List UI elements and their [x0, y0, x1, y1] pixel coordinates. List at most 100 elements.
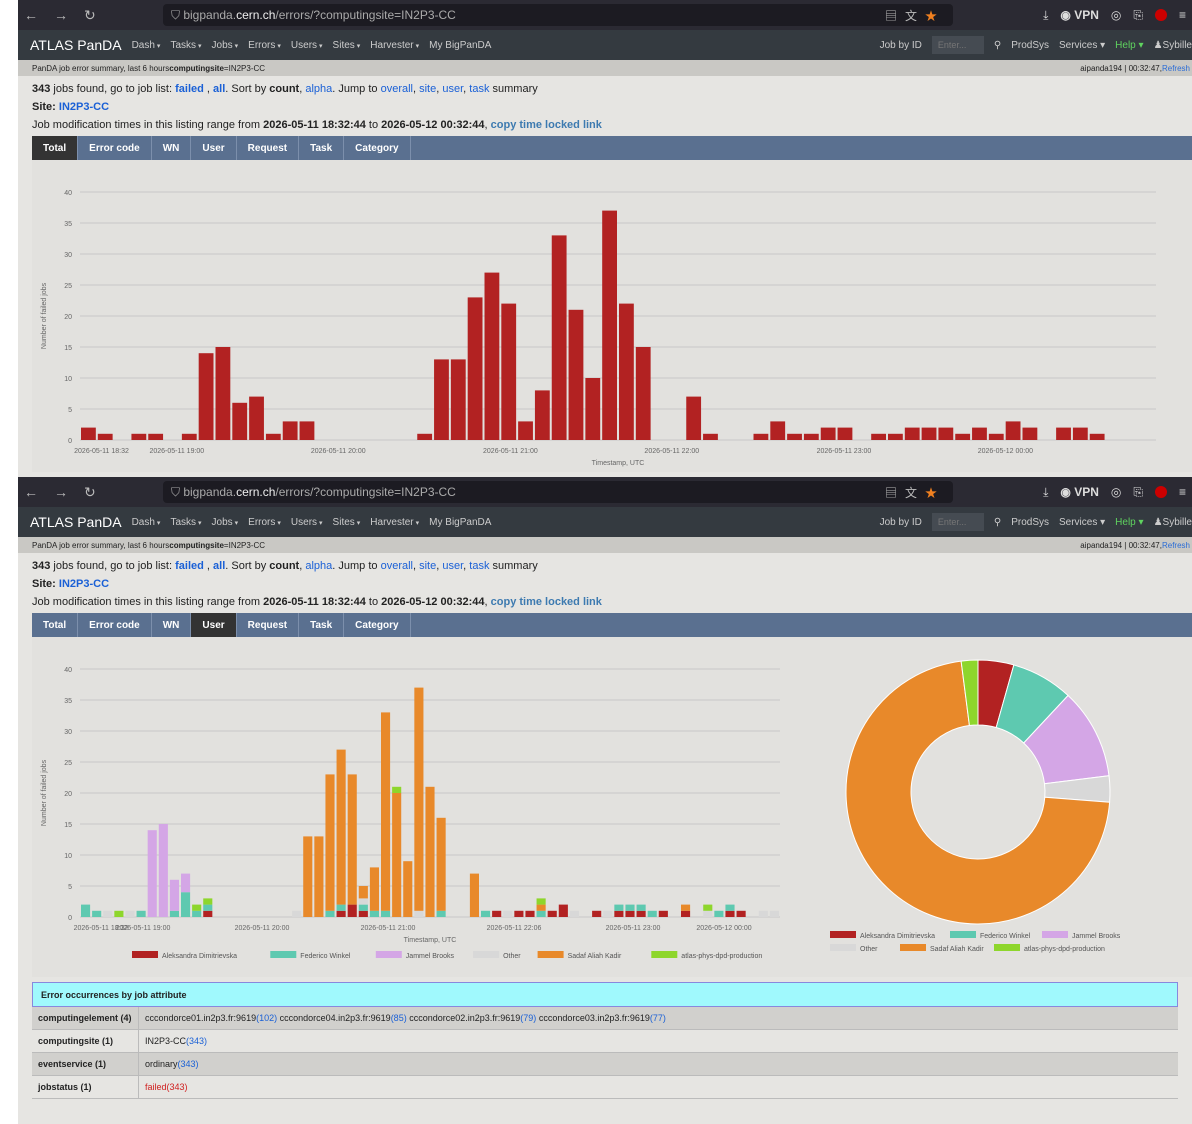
- attribute-count-link[interactable]: (85): [391, 1013, 407, 1023]
- sort-alpha-link[interactable]: alpha: [305, 560, 332, 572]
- sort-alpha-link[interactable]: alpha: [305, 83, 332, 95]
- jump-overall-link[interactable]: overall: [381, 83, 413, 95]
- brand-logo[interactable]: ATLAS PanDA: [18, 37, 122, 53]
- failed-link[interactable]: failed: [175, 83, 204, 95]
- tab-category[interactable]: Category: [344, 136, 411, 160]
- reader-icon[interactable]: ▤: [885, 9, 905, 23]
- download-icon[interactable]: ⤓: [1043, 8, 1048, 23]
- menu-mybigpanda[interactable]: My BigPanDA: [429, 40, 493, 51]
- sort-count[interactable]: count: [269, 83, 299, 95]
- jump-task-link[interactable]: task: [469, 83, 489, 95]
- menu-mybigpanda[interactable]: My BigPanDA: [429, 517, 493, 528]
- jump-overall-link[interactable]: overall: [381, 560, 413, 572]
- menu-errors[interactable]: Errors: [248, 40, 281, 51]
- prodsys-link[interactable]: ProdSys: [1011, 40, 1049, 51]
- attribute-count-link[interactable]: (343): [167, 1082, 188, 1092]
- menu-icon[interactable]: ≡: [1179, 8, 1186, 22]
- menu-harvester[interactable]: Harvester: [370, 517, 419, 528]
- menu-icon[interactable]: ≡: [1179, 485, 1186, 499]
- tab-request[interactable]: Request: [237, 613, 300, 637]
- user-menu[interactable]: ♟Sybille: [1154, 517, 1192, 528]
- failed-link[interactable]: failed: [175, 560, 204, 572]
- extensions-icon[interactable]: ⎘: [1133, 8, 1143, 23]
- tab-request[interactable]: Request: [237, 136, 300, 160]
- tab-total[interactable]: Total: [32, 613, 79, 637]
- attribute-count-link[interactable]: (343): [186, 1036, 207, 1046]
- menu-errors[interactable]: Errors: [248, 517, 281, 528]
- jump-user-link[interactable]: user: [442, 560, 463, 572]
- brand-logo[interactable]: ATLAS PanDA: [18, 514, 122, 530]
- tab-user[interactable]: User: [191, 136, 237, 160]
- vpn-button[interactable]: ◉ VPN: [1060, 8, 1099, 22]
- back-icon[interactable]: ←: [24, 484, 38, 501]
- attribute-count-link[interactable]: (343): [178, 1059, 199, 1069]
- tab-task[interactable]: Task: [299, 136, 345, 160]
- copy-time-locked-link[interactable]: copy time locked link: [491, 119, 602, 131]
- menu-sites[interactable]: Sites: [333, 40, 361, 51]
- user-menu[interactable]: ♟Sybille: [1154, 40, 1192, 51]
- menu-jobs[interactable]: Jobs: [212, 40, 239, 51]
- menu-harvester[interactable]: Harvester: [370, 40, 419, 51]
- bookmark-star-icon[interactable]: ★: [925, 486, 945, 500]
- copy-time-locked-link[interactable]: copy time locked link: [491, 596, 602, 608]
- vpn-button[interactable]: ◉ VPN: [1060, 485, 1099, 499]
- url-bar[interactable]: ⛉ bigpanda. cern.ch/errors/?computingsite…: [163, 481, 953, 503]
- back-icon[interactable]: ←: [24, 7, 38, 24]
- refresh-link[interactable]: Refresh: [1162, 541, 1190, 550]
- translate-icon[interactable]: 文: [905, 486, 925, 500]
- download-icon[interactable]: ⤓: [1043, 485, 1048, 500]
- tab-wn[interactable]: WN: [152, 136, 192, 160]
- url-bar[interactable]: ⛉ bigpanda. cern.ch/errors/?computingsite…: [163, 4, 953, 26]
- all-link[interactable]: all: [213, 83, 225, 95]
- jump-user-link[interactable]: user: [442, 83, 463, 95]
- menu-sites[interactable]: Sites: [333, 517, 361, 528]
- ublock-icon[interactable]: [1154, 486, 1167, 498]
- job-id-input[interactable]: [931, 513, 984, 531]
- attribute-count-link[interactable]: (77): [650, 1013, 666, 1023]
- extensions-icon[interactable]: ⎘: [1133, 485, 1143, 500]
- jump-task-link[interactable]: task: [469, 560, 489, 572]
- bookmark-star-icon[interactable]: ★: [925, 9, 945, 23]
- job-id-input[interactable]: [931, 36, 984, 54]
- menu-jobs[interactable]: Jobs: [212, 517, 239, 528]
- breadcrumb: PanDA job error summary, last 6 hours co…: [18, 60, 1192, 76]
- forward-icon[interactable]: →: [54, 484, 68, 501]
- jump-site-link[interactable]: site: [419, 83, 436, 95]
- menu-tasks[interactable]: Tasks: [170, 517, 201, 528]
- prodsys-link[interactable]: ProdSys: [1011, 517, 1049, 528]
- tab-user[interactable]: User: [191, 613, 237, 637]
- tab-error-code[interactable]: Error code: [78, 136, 152, 160]
- menu-users[interactable]: Users: [291, 40, 323, 51]
- tab-task[interactable]: Task: [299, 613, 345, 637]
- site-link[interactable]: IN2P3-CC: [59, 578, 109, 590]
- services-menu[interactable]: Services ▾: [1059, 517, 1105, 528]
- reload-icon[interactable]: ↻: [84, 7, 96, 24]
- refresh-link[interactable]: Refresh: [1162, 64, 1190, 73]
- translate-icon[interactable]: 文: [905, 9, 925, 23]
- account-icon[interactable]: ◎: [1111, 485, 1121, 499]
- sort-count[interactable]: count: [269, 560, 299, 572]
- search-icon[interactable]: ⚲: [994, 40, 1001, 51]
- forward-icon[interactable]: →: [54, 7, 68, 24]
- menu-dash[interactable]: Dash: [132, 40, 161, 51]
- reader-icon[interactable]: ▤: [885, 486, 905, 500]
- menu-users[interactable]: Users: [291, 517, 323, 528]
- menu-tasks[interactable]: Tasks: [170, 40, 201, 51]
- tab-category[interactable]: Category: [344, 613, 411, 637]
- account-icon[interactable]: ◎: [1111, 8, 1121, 22]
- all-link[interactable]: all: [213, 560, 225, 572]
- menu-dash[interactable]: Dash: [132, 517, 161, 528]
- attribute-count-link[interactable]: (102): [256, 1013, 277, 1023]
- help-menu[interactable]: Help ▾: [1115, 40, 1143, 51]
- tab-error-code[interactable]: Error code: [78, 613, 152, 637]
- ublock-icon[interactable]: [1154, 9, 1167, 21]
- search-icon[interactable]: ⚲: [994, 517, 1001, 528]
- jump-site-link[interactable]: site: [419, 560, 436, 572]
- services-menu[interactable]: Services ▾: [1059, 40, 1105, 51]
- tab-wn[interactable]: WN: [152, 613, 192, 637]
- reload-icon[interactable]: ↻: [84, 484, 96, 501]
- site-link[interactable]: IN2P3-CC: [59, 101, 109, 113]
- tab-total[interactable]: Total: [32, 136, 79, 160]
- help-menu[interactable]: Help ▾: [1115, 517, 1143, 528]
- attribute-count-link[interactable]: (79): [520, 1013, 536, 1023]
